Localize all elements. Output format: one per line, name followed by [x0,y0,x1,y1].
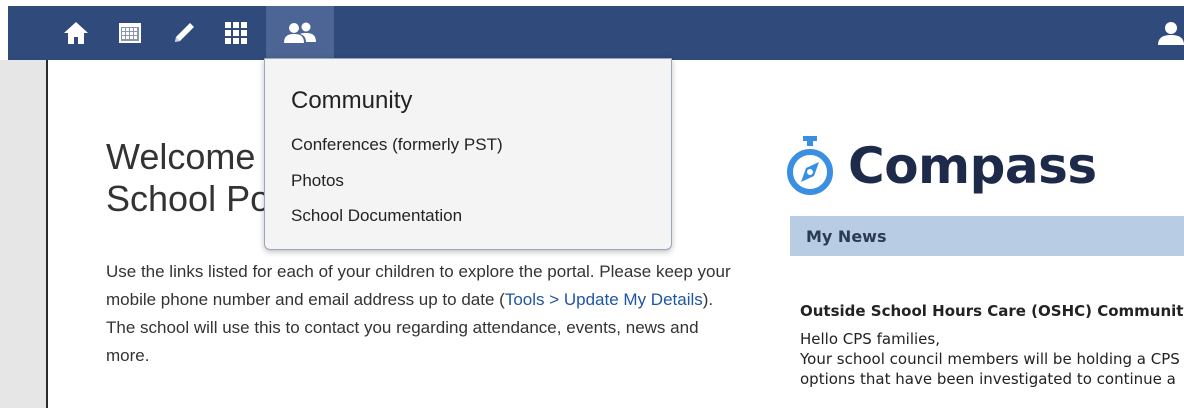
community-dropdown: Community Conferences (formerly PST) Pho… [264,58,672,250]
home-icon [64,22,88,44]
news-item-line: Your school council members will be hold… [800,350,1180,368]
my-news-header: My News [790,216,1184,256]
calendar-icon [119,23,141,43]
news-item-line: Hello CPS families, [800,330,940,348]
compass-icon [787,136,833,195]
welcome-body: Use the links listed for each of your ch… [106,258,746,370]
dropdown-title: Community [291,87,413,114]
menu-item-conferences[interactable]: Conferences (formerly PST) [291,135,503,155]
news-item-line: options that have been investigated to c… [800,370,1176,388]
pencil-icon [175,23,194,42]
top-navbar [8,6,1184,60]
compass-logo: Compass [786,126,1097,206]
nav-user-button[interactable] [1154,6,1184,60]
user-icon [1158,22,1184,45]
nav-home-button[interactable] [58,6,94,60]
left-gutter [0,60,48,408]
update-details-link[interactable]: Tools > Update My Details [505,290,703,309]
welcome-title-line2: School Portal [106,178,276,219]
news-item-title[interactable]: Outside School Hours Care (OSHC) Communi… [800,302,1184,320]
menu-item-photos[interactable]: Photos [291,171,344,191]
welcome-title-line1: Welcome to the [106,136,276,177]
grid-icon [225,22,247,44]
community-icon [284,22,316,43]
logo-text: Compass [848,137,1097,195]
menu-item-school-documentation[interactable]: School Documentation [291,206,462,226]
welcome-title: Welcome to the School Portal [106,136,276,220]
nav-community-button[interactable] [266,6,334,60]
nav-pencil-button[interactable] [166,6,202,60]
nav-calendar-button[interactable] [112,6,148,60]
nav-apps-button[interactable] [218,6,254,60]
